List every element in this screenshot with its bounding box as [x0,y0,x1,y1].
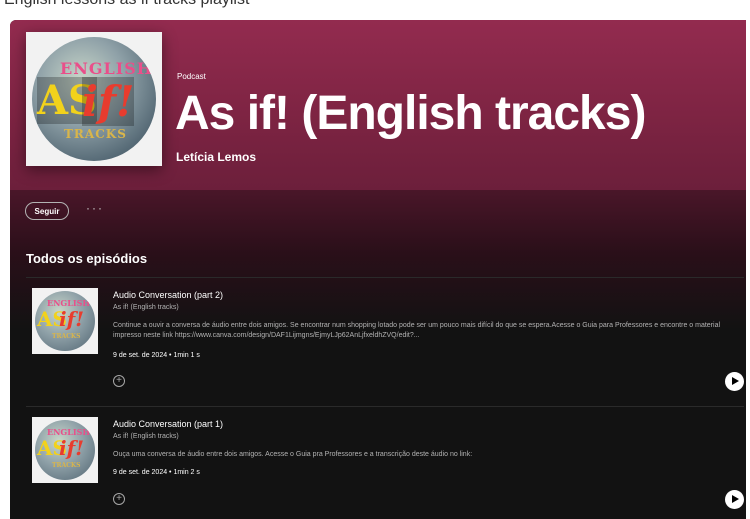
podcast-cover-art: ENGLISH AS if! TRACKS [26,32,162,166]
podcast-title: As if! (English tracks) [175,87,646,140]
play-icon[interactable] [725,490,744,509]
episode-row[interactable]: ENGLISH AS if! TRACKS Audio Conversation… [26,278,744,398]
thumbnail-globe-image: ENGLISH AS if! TRACKS [35,420,95,480]
add-circle-icon[interactable]: + [113,493,125,505]
episode-meta: 9 de set. de 2024 • 1min 1 s [113,352,200,359]
thumbnail-globe-image: ENGLISH AS if! TRACKS [35,291,95,351]
episode-description: Continue a ouvir a conversa de áudio ent… [113,322,721,339]
episode-title[interactable]: Audio Conversation (part 2) [113,290,223,300]
episode-row[interactable]: ENGLISH AS if! TRACKS Audio Conversation… [26,407,744,519]
episode-show-name[interactable]: As if! (English tracks) [113,433,179,440]
episode-thumbnail[interactable]: ENGLISH AS if! TRACKS [32,417,98,483]
cover-word-english: ENGLISH [60,59,153,78]
episode-title[interactable]: Audio Conversation (part 1) [113,419,223,429]
episode-thumbnail[interactable]: ENGLISH AS if! TRACKS [32,288,98,354]
cover-globe-image: ENGLISH AS if! TRACKS [32,37,156,161]
episodes-heading: Todos os episódios [26,251,148,266]
podcast-kicker: Podcast [177,72,206,81]
more-options-icon[interactable]: ··· [86,201,104,215]
podcast-author[interactable]: Letícia Lemos [176,150,256,164]
episode-meta: 9 de set. de 2024 • 1min 2 s [113,469,200,476]
top-strip-text: English lessons as if tracks playlist [4,0,249,9]
follow-button[interactable]: Seguir [25,202,69,220]
episode-show-name[interactable]: As if! (English tracks) [113,304,179,311]
cover-word-tracks: TRACKS [64,127,127,141]
add-circle-icon[interactable]: + [113,375,125,387]
podcast-page: ENGLISH AS if! TRACKS Podcast As if! (En… [10,20,746,519]
episode-description: Ouça uma conversa de áudio entre dois am… [113,451,473,458]
top-strip: English lessons as if tracks playlist [0,0,750,22]
cover-word-if: if! [82,77,135,126]
play-icon[interactable] [725,372,744,391]
